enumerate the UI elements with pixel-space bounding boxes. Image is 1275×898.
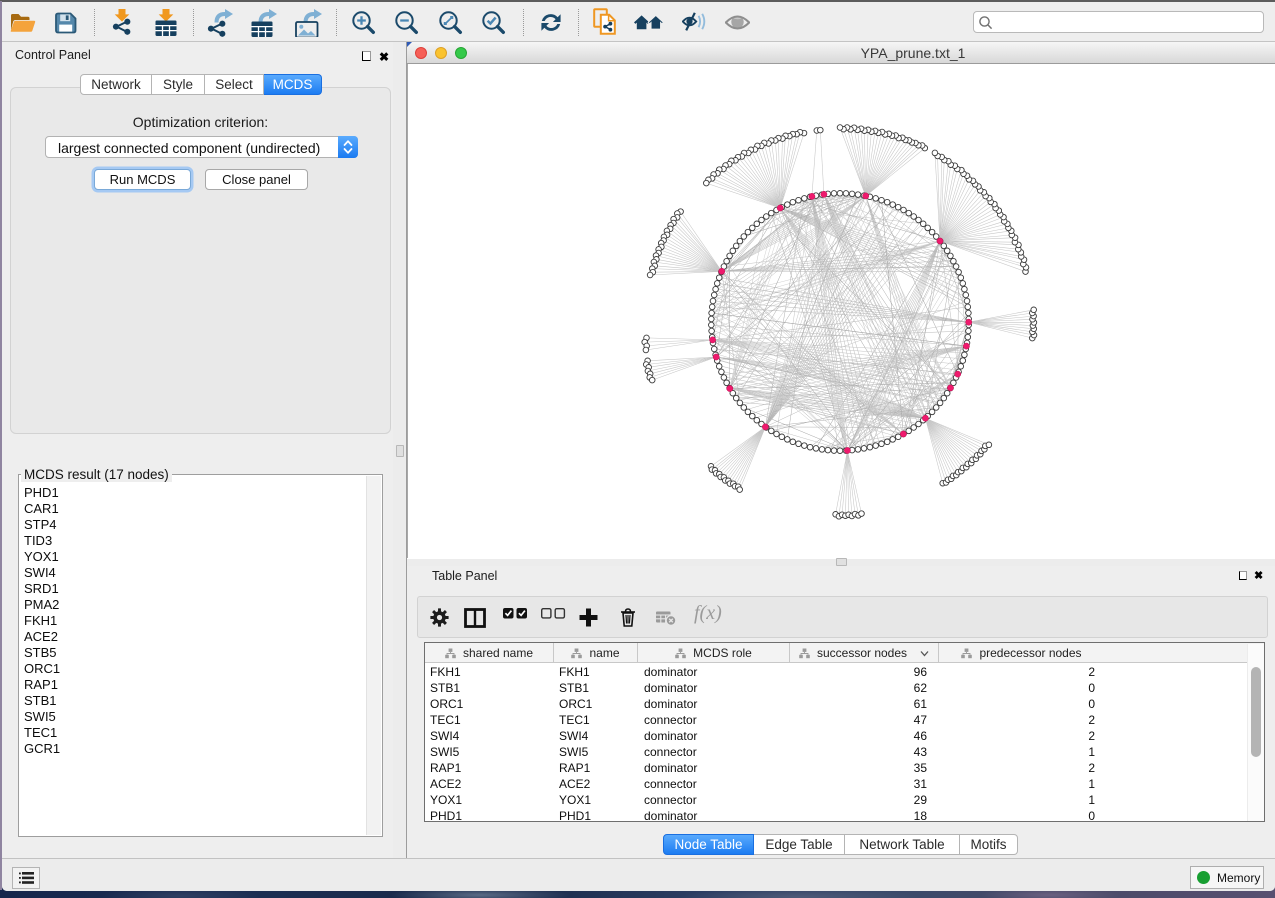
svg-text:f(x): f(x) bbox=[694, 602, 722, 624]
